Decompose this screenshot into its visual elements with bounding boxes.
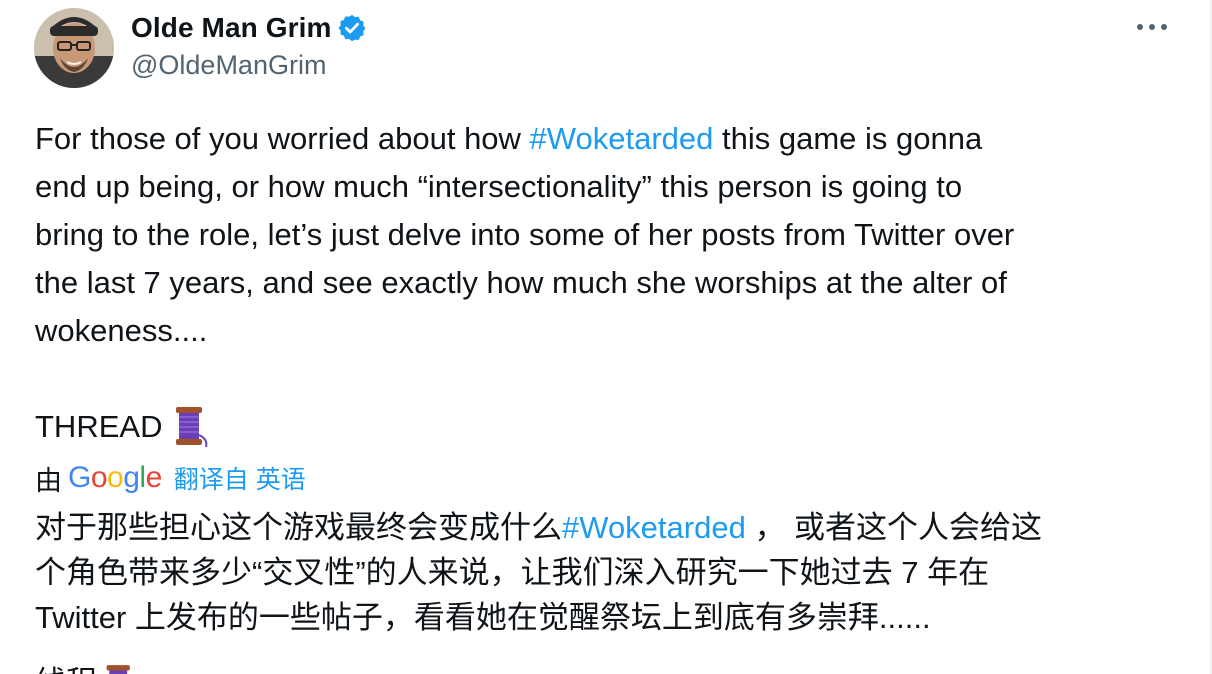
translated-text-line: 对于那些担心这个游戏最终会变成什么#Woketarded ， 或者这个人会给这: [35, 505, 1175, 550]
spool-of-thread-icon: [172, 405, 210, 449]
translated-text-segment: 对于那些担心这个游戏最终会变成什么: [35, 510, 562, 545]
google-logo-letter: o: [90, 461, 108, 494]
google-logo-letter: g: [123, 461, 140, 494]
tweet-card: Olde Man Grim @OldeManGrim For those of …: [0, 0, 1212, 674]
translated-tweet-text: 对于那些担心这个游戏最终会变成什么#Woketarded ， 或者这个人会给这 …: [35, 505, 1175, 640]
tweet-text: For those of you worried about how #Woke…: [35, 115, 1175, 355]
author-display-name[interactable]: Olde Man Grim: [131, 12, 331, 44]
tweet-text-segment: For those of you worried about how: [35, 121, 530, 156]
verified-badge-icon[interactable]: [337, 13, 367, 43]
google-logo-letter: o: [107, 461, 124, 494]
author-name-row: Olde Man Grim: [131, 10, 367, 46]
tweet-text-segment: this game is gonna: [713, 121, 983, 156]
translated-by-label: 由: [35, 465, 62, 496]
hashtag-link[interactable]: #Woketarded: [530, 121, 714, 156]
tweet-text-line: end up being, or how much “intersectiona…: [35, 169, 963, 204]
translated-thread-label-row: 线程: [35, 660, 137, 674]
tweet-text-line: bring to the role, let’s just delve into…: [35, 217, 1015, 252]
translated-text-segment: ， 或者这个人会给这: [745, 510, 1043, 545]
thread-label-row: THREAD: [35, 403, 210, 451]
avatar-image: [34, 8, 114, 88]
google-logo: Google: [68, 461, 162, 495]
author-handle[interactable]: @OldeManGrim: [131, 50, 326, 81]
tweet-text-line: wokeness....: [35, 313, 208, 348]
tweet-text-line: the last 7 years, and see exactly how mu…: [35, 265, 1007, 300]
translated-text-line: 个角色带来多少“交叉性”的人来说，让我们深入研究一下她过去 7 年在: [35, 555, 990, 590]
translated-thread-label: 线程: [35, 660, 97, 674]
translated-hashtag-link[interactable]: #Woketarded: [562, 510, 746, 545]
avatar[interactable]: [34, 8, 114, 88]
spool-of-thread-icon: [103, 663, 137, 674]
google-logo-letter: G: [68, 461, 91, 494]
thread-label: THREAD: [35, 409, 163, 444]
ellipsis-horizontal-icon: [1137, 24, 1167, 30]
google-logo-letter: e: [145, 461, 163, 494]
translation-attribution: 由 Google 翻译自 英语: [35, 458, 306, 498]
tweet-text-line: For those of you worried about how #Woke…: [35, 115, 1175, 163]
translated-text-line: Twitter 上发布的一些帖子，看看她在觉醒祭坛上到底有多崇拜......: [35, 600, 931, 635]
translated-from-english-link[interactable]: 翻译自 英语: [174, 460, 306, 496]
more-options-button[interactable]: [1132, 10, 1172, 44]
